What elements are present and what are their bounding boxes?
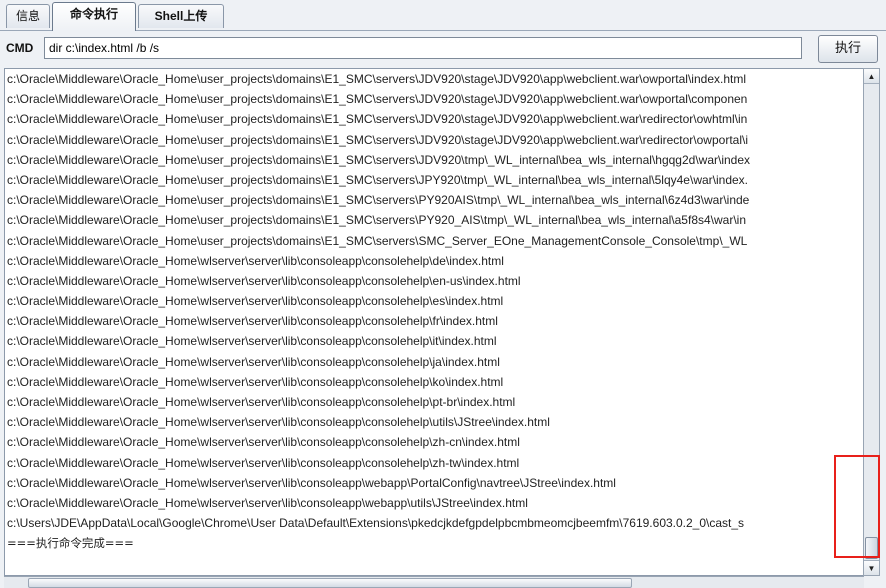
cmd-label: CMD — [6, 41, 34, 55]
output-line: c:\Oracle\Middleware\Oracle_Home\wlserve… — [7, 435, 520, 450]
output-line: c:\Oracle\Middleware\Oracle_Home\wlserve… — [7, 253, 504, 268]
output-line: c:\Oracle\Middleware\Oracle_Home\wlserve… — [7, 314, 498, 329]
cmd-input[interactable] — [44, 37, 802, 59]
output-line: c:\Oracle\Middleware\Oracle_Home\wlserve… — [7, 273, 521, 288]
output-line: c:\Oracle\Middleware\Oracle_Home\wlserve… — [7, 294, 504, 309]
output-line: c:\Oracle\Middleware\Oracle_Home\wlserve… — [7, 415, 550, 430]
horizontal-scrollbar[interactable] — [4, 576, 864, 588]
output-line: c:\Oracle\Middleware\Oracle_Home\user_pr… — [7, 72, 746, 86]
output-line: c:\Oracle\Middleware\Oracle_Home\wlserve… — [7, 334, 497, 349]
output-line: c:\Oracle\Middleware\Oracle_Home\user_pr… — [7, 213, 747, 228]
tab-bar: 信息 命令执行 Shell上传 — [0, 0, 886, 31]
output-line: c:\Oracle\Middleware\Oracle_Home\user_pr… — [7, 172, 749, 187]
arrow-down-icon[interactable]: ▼ — [864, 560, 879, 575]
output-line: c:\Users\JDE\AppData\Local\Google\Chrome… — [7, 516, 745, 531]
vertical-scrollbar[interactable]: ▲ ▼ — [863, 68, 880, 576]
output-line: ===执行命令完成=== — [7, 536, 134, 551]
output-line: c:\Oracle\Middleware\Oracle_Home\user_pr… — [7, 193, 750, 208]
output-line: c:\Oracle\Middleware\Oracle_Home\user_pr… — [7, 92, 748, 107]
output-line: c:\Oracle\Middleware\Oracle_Home\wlserve… — [7, 374, 504, 389]
command-bar: CMD 执行 — [0, 32, 886, 68]
horizontal-scrollbar-thumb[interactable] — [28, 578, 632, 588]
execute-button[interactable]: 执行 — [818, 35, 878, 63]
tab-info[interactable]: 信息 — [6, 4, 50, 28]
tab-command-exec[interactable]: 命令执行 — [52, 2, 136, 31]
output-line: c:\Oracle\Middleware\Oracle_Home\wlserve… — [7, 495, 528, 510]
output-line: c:\Oracle\Middleware\Oracle_Home\user_pr… — [7, 132, 748, 147]
tab-shell-upload[interactable]: Shell上传 — [138, 4, 224, 28]
command-output-area[interactable]: c:\Oracle\Middleware\Oracle_Home\user_pr… — [4, 68, 864, 576]
output-line: c:\Oracle\Middleware\Oracle_Home\wlserve… — [7, 475, 616, 490]
output-line: c:\Oracle\Middleware\Oracle_Home\user_pr… — [7, 112, 748, 127]
output-line: c:\Oracle\Middleware\Oracle_Home\user_pr… — [7, 152, 751, 167]
output-line: c:\Oracle\Middleware\Oracle_Home\wlserve… — [7, 354, 500, 369]
output-line: c:\Oracle\Middleware\Oracle_Home\wlserve… — [7, 395, 516, 409]
arrow-up-icon[interactable]: ▲ — [864, 69, 879, 84]
output-line: c:\Oracle\Middleware\Oracle_Home\wlserve… — [7, 455, 520, 470]
scrollbar-thumb[interactable] — [865, 537, 878, 559]
output-line: c:\Oracle\Middleware\Oracle_Home\user_pr… — [7, 233, 748, 248]
